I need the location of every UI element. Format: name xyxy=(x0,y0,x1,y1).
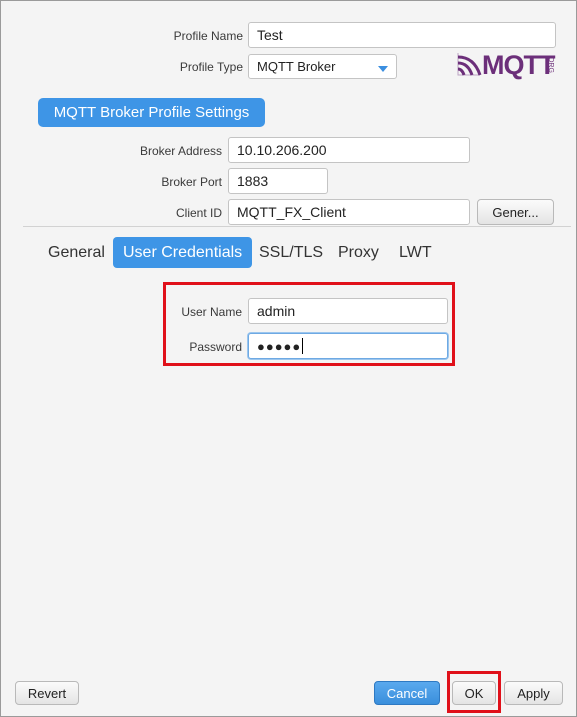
mqtt-logo: MQTT .ORG xyxy=(456,50,556,81)
profile-name-label: Profile Name xyxy=(173,29,243,43)
profile-type-label: Profile Type xyxy=(179,60,243,74)
broker-address-input[interactable]: 10.10.206.200 xyxy=(228,137,470,163)
client-id-input[interactable]: MQTT_FX_Client xyxy=(228,199,470,225)
profile-type-select[interactable]: MQTT Broker xyxy=(248,54,397,79)
revert-button[interactable]: Revert xyxy=(15,681,79,705)
client-id-label: Client ID xyxy=(175,206,222,220)
ok-highlight xyxy=(447,671,501,713)
text-caret xyxy=(302,338,304,354)
user-name-input[interactable]: admin xyxy=(248,298,448,324)
password-masked-value: ●●●●● xyxy=(257,338,302,354)
broker-address-label: Broker Address xyxy=(139,144,222,158)
profile-type-value: MQTT Broker xyxy=(257,59,336,74)
tab-general[interactable]: General xyxy=(48,237,105,268)
broker-port-input[interactable]: 1883 xyxy=(228,168,328,194)
broker-settings-header: MQTT Broker Profile Settings xyxy=(38,98,265,127)
mqtt-logo-suffix: .ORG xyxy=(547,55,554,73)
tab-user-credentials[interactable]: User Credentials xyxy=(113,237,253,268)
profile-settings-window: Profile Name Test Profile Type MQTT Brok… xyxy=(0,0,577,717)
broker-port-label: Broker Port xyxy=(161,175,222,189)
mqtt-logo-text: MQTT xyxy=(482,50,555,80)
section-divider xyxy=(23,226,571,227)
cancel-button[interactable]: Cancel xyxy=(374,681,440,705)
profile-name-input[interactable]: Test xyxy=(248,22,556,48)
password-input[interactable]: ●●●●● xyxy=(248,333,448,359)
password-label: Password xyxy=(189,340,242,354)
generate-client-id-button[interactable]: Gener... xyxy=(477,199,554,225)
user-name-label: User Name xyxy=(181,305,242,319)
tab-ssl-tls[interactable]: SSL/TLS xyxy=(259,237,323,268)
tab-proxy[interactable]: Proxy xyxy=(338,237,379,268)
tab-lwt[interactable]: LWT xyxy=(399,237,432,268)
chevron-down-icon xyxy=(378,66,388,72)
apply-button[interactable]: Apply xyxy=(504,681,563,705)
